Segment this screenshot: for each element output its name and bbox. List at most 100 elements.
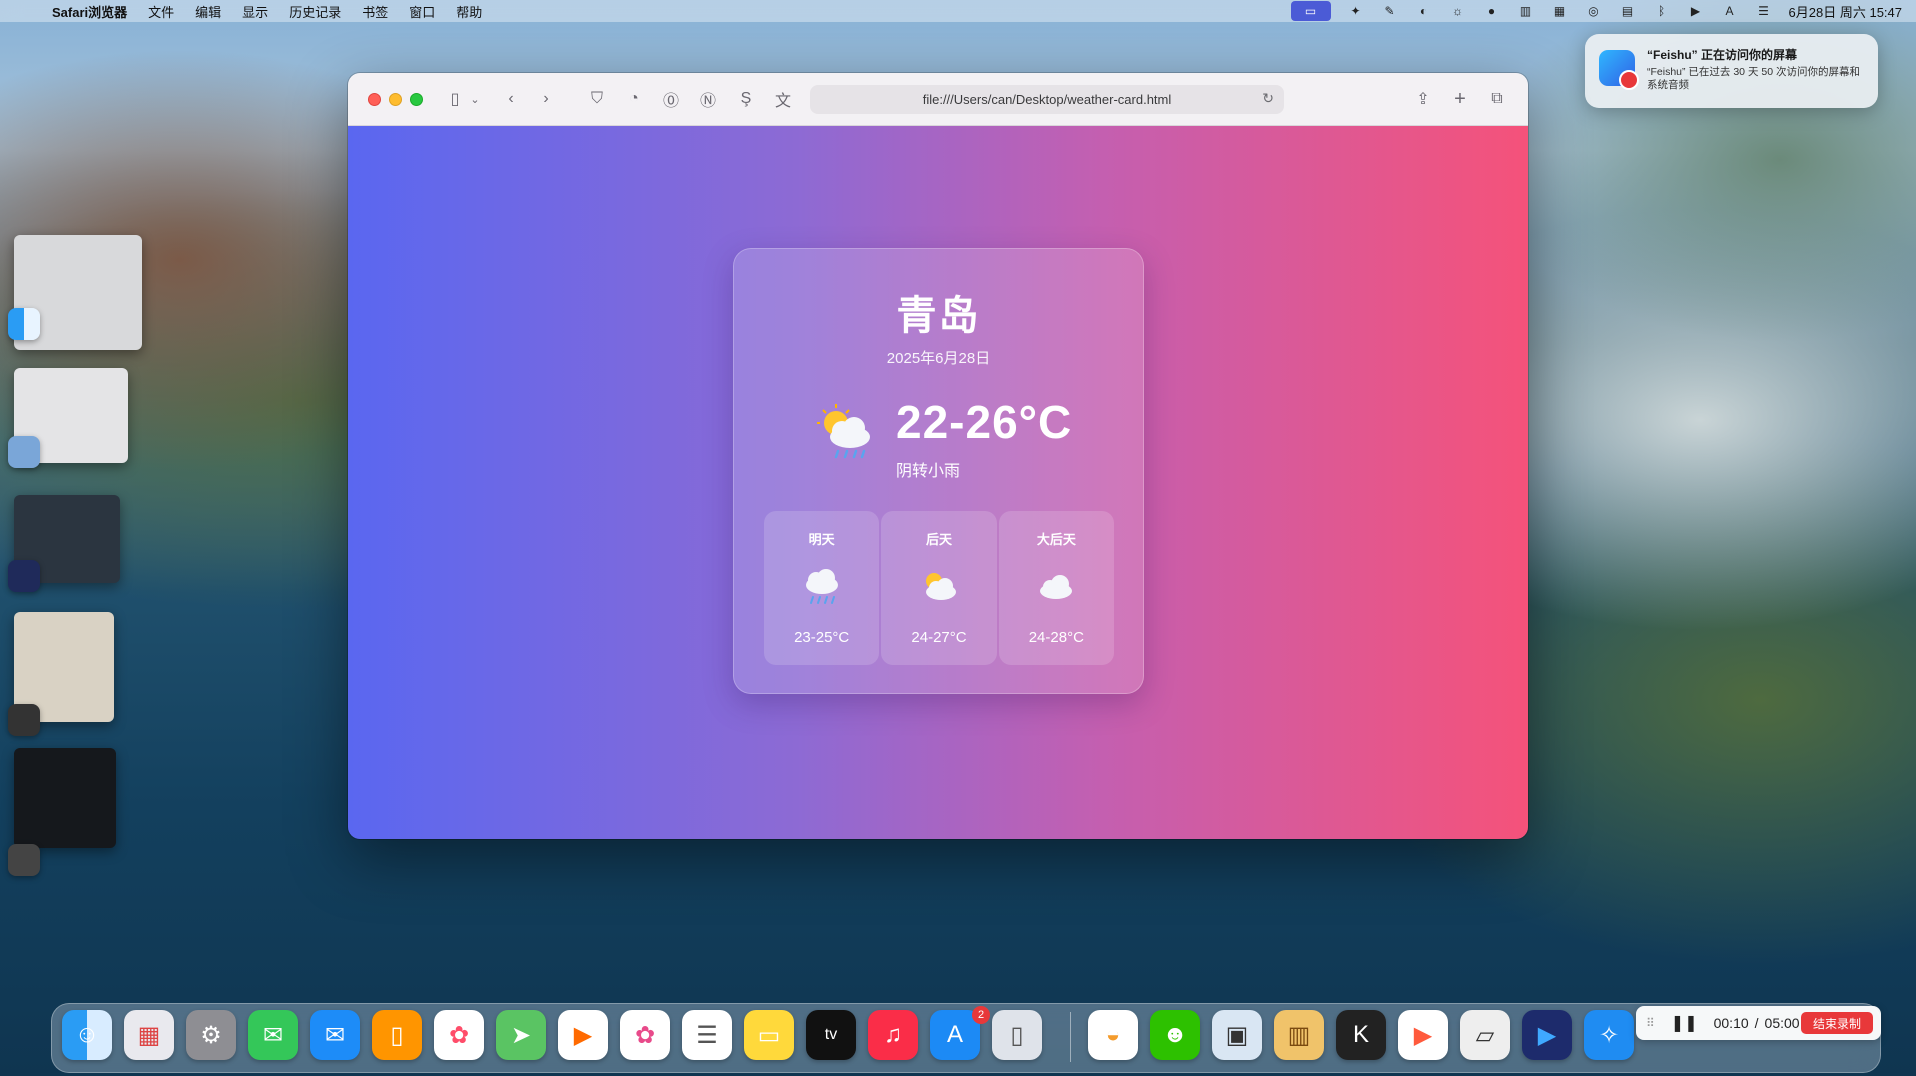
forward-icon[interactable]: › (538, 88, 554, 110)
video-editor-icon[interactable]: ▶ (1522, 1010, 1572, 1060)
menu-view[interactable]: 显示 (242, 2, 268, 21)
mail-icon[interactable]: ✉ (310, 1010, 360, 1060)
translate-icon[interactable]: 文 (774, 88, 792, 110)
music-icon[interactable]: ♫ (868, 1010, 918, 1060)
recording-total: 05:00 (1764, 1015, 1800, 1031)
preview-stage-icon[interactable] (8, 436, 40, 468)
menu-help[interactable]: 帮助 (456, 2, 482, 21)
extension-1password-icon[interactable]: ⓪ (662, 88, 680, 110)
messages-icon[interactable]: ✉ (248, 1010, 298, 1060)
iphone-mirroring-icon[interactable]: ▯ (992, 1010, 1042, 1060)
menu-app-name[interactable]: Safari浏览器 (52, 2, 127, 21)
notification-banner[interactable]: “Feishu” 正在访问你的屏幕 “Feishu” 已在过去 30 天 50 … (1585, 34, 1878, 108)
menu-history[interactable]: 历史记录 (289, 2, 341, 21)
play-icon[interactable]: ▶ (1687, 4, 1705, 18)
stop-recording-button[interactable]: 结束录制 (1800, 1012, 1873, 1034)
infuse-player-icon[interactable]: ▶ (1398, 1010, 1448, 1060)
note-icon[interactable]: ▤ (1619, 4, 1637, 18)
k-app-stage-icon[interactable] (8, 704, 40, 736)
preview-icon[interactable]: ▣ (1212, 1010, 1262, 1060)
shield-icon[interactable]: ⛉ (588, 88, 606, 110)
cloud-rain-icon (805, 569, 838, 604)
bluetooth-icon[interactable]: ᛒ (1653, 4, 1671, 18)
close-window-button[interactable] (368, 93, 381, 106)
forecast-day: 明天 (808, 532, 835, 547)
sun-cloud-rain-icon (817, 404, 870, 459)
extension-s-icon[interactable]: Ş (737, 88, 755, 110)
browser-toolbar: ▯ ⌄ ‹ › ⛉ ◔ ⓪ Ⓝ Ş 文 file:///Users/can/De… (348, 73, 1528, 126)
forecast-temp: 24-27°C (911, 629, 967, 646)
minimize-window-button[interactable] (389, 93, 402, 106)
notes-icon[interactable]: ▭ (744, 1010, 794, 1060)
terminal-stage-icon[interactable] (8, 844, 40, 876)
time-separator: / (1754, 1015, 1759, 1031)
forecast-item: 后天 24-27°C (881, 511, 997, 665)
weather-card: 青岛 2025年6月28日 22-26°C 阴转小雨 明天 23-25°C 后天… (733, 248, 1144, 694)
pen-icon[interactable]: ✎ (1381, 4, 1399, 18)
finder-icon[interactable]: ☺ (62, 1010, 112, 1060)
reload-icon[interactable]: ↻ (1262, 90, 1274, 107)
screen-mirror-icon[interactable]: ▭ (1290, 1, 1331, 21)
bird-icon[interactable]: ✦ (1347, 4, 1365, 18)
chevron-down-icon[interactable]: ⌄ (469, 88, 481, 110)
pause-icon[interactable]: ❚❚ (1671, 1013, 1698, 1033)
books-icon[interactable]: ▯ (372, 1010, 422, 1060)
menu-edit[interactable]: 编辑 (195, 2, 221, 21)
wechat-icon[interactable]: ☻ (1150, 1010, 1200, 1060)
input-method-icon[interactable]: A (1721, 4, 1739, 18)
fullscreen-window-button[interactable] (410, 93, 423, 106)
launchpad-icon[interactable]: ▦ (124, 1010, 174, 1060)
stage-window-thumbnail[interactable] (14, 748, 116, 848)
grid-icon[interactable]: ▦ (1551, 4, 1569, 18)
brightness-icon[interactable]: ☼ (1449, 4, 1467, 18)
extension-moon-icon[interactable]: ◔ (625, 88, 643, 110)
notification-title: “Feishu” 正在访问你的屏幕 (1647, 48, 1798, 62)
menu-bar: Safari浏览器 文件 编辑 显示 历史记录 书签 窗口 帮助 ▭ ✦ ✎ ◐… (0, 0, 1916, 22)
back-icon[interactable]: ‹ (503, 88, 519, 110)
weather-date: 2025年6月28日 (886, 350, 991, 367)
sun-behind-cloud-icon (925, 573, 956, 600)
share-icon[interactable]: ⇪ (1414, 88, 1432, 110)
feishu-app-icon (1599, 50, 1639, 90)
control-center-icon[interactable]: ☰ (1755, 4, 1773, 18)
k-app-icon[interactable]: K (1336, 1010, 1386, 1060)
reminders-icon[interactable]: ☰ (682, 1010, 732, 1060)
forecast-temp: 23-25°C (794, 629, 850, 646)
infuse-icon[interactable]: ▶ (558, 1010, 608, 1060)
current-temperature: 22-26°C (896, 396, 1073, 448)
menu-bookmarks[interactable]: 书签 (362, 2, 388, 21)
safari-window: ▯ ⌄ ‹ › ⛉ ◔ ⓪ Ⓝ Ş 文 file:///Users/can/De… (348, 73, 1528, 839)
forecast-day: 大后天 (1036, 532, 1076, 547)
new-tab-icon[interactable]: + (1451, 88, 1469, 110)
sidebar-toggle-icon[interactable]: ▯ (444, 88, 466, 110)
apple-tv-icon[interactable]: tv (806, 1010, 856, 1060)
video-stage-icon[interactable] (8, 560, 40, 592)
screen-recorder-bar: ⠿ ❚❚ 00:10 / 05:00 结束录制 (1636, 1006, 1881, 1040)
dock-separator (1070, 1012, 1071, 1062)
forecast-item: 明天 23-25°C (764, 511, 880, 665)
address-bar[interactable]: file:///Users/can/Desktop/weather-card.h… (810, 85, 1284, 114)
weather-app-icon[interactable]: ◒ (1088, 1010, 1138, 1060)
contrast-icon[interactable]: ◐ (1415, 4, 1433, 18)
safari-icon[interactable]: ✧ (1584, 1010, 1634, 1060)
finder-stage-icon[interactable] (8, 308, 40, 340)
tab-overview-icon[interactable]: ⧉ (1488, 88, 1506, 110)
book-icon[interactable]: ▥ (1517, 4, 1535, 18)
url-text: file:///Users/can/Desktop/weather-card.h… (922, 92, 1172, 107)
reader-icon[interactable]: ▥ (1274, 1010, 1324, 1060)
bilibili-like-icon[interactable]: ✿ (434, 1010, 484, 1060)
wechat-icon[interactable]: ● (1483, 4, 1501, 18)
drag-handle-icon[interactable]: ⠿ (1646, 1016, 1655, 1030)
extension-n-icon[interactable]: Ⓝ (699, 88, 717, 110)
menu-file[interactable]: 文件 (148, 2, 174, 21)
forecast-item: 大后天 24-28°C (998, 511, 1114, 665)
maps-icon[interactable]: ➤ (496, 1010, 546, 1060)
terminal-app-icon[interactable]: ▱ (1460, 1010, 1510, 1060)
city-name: 青岛 (896, 294, 981, 338)
menu-window[interactable]: 窗口 (409, 2, 435, 21)
page-content: 青岛 2025年6月28日 22-26°C 阴转小雨 明天 23-25°C 后天… (348, 126, 1528, 839)
clock-text[interactable]: 6月28日 周六 15:47 (1789, 2, 1902, 21)
at-icon[interactable]: ◎ (1585, 4, 1603, 18)
system-settings-icon[interactable]: ⚙ (186, 1010, 236, 1060)
photos-icon[interactable]: ✿ (620, 1010, 670, 1060)
